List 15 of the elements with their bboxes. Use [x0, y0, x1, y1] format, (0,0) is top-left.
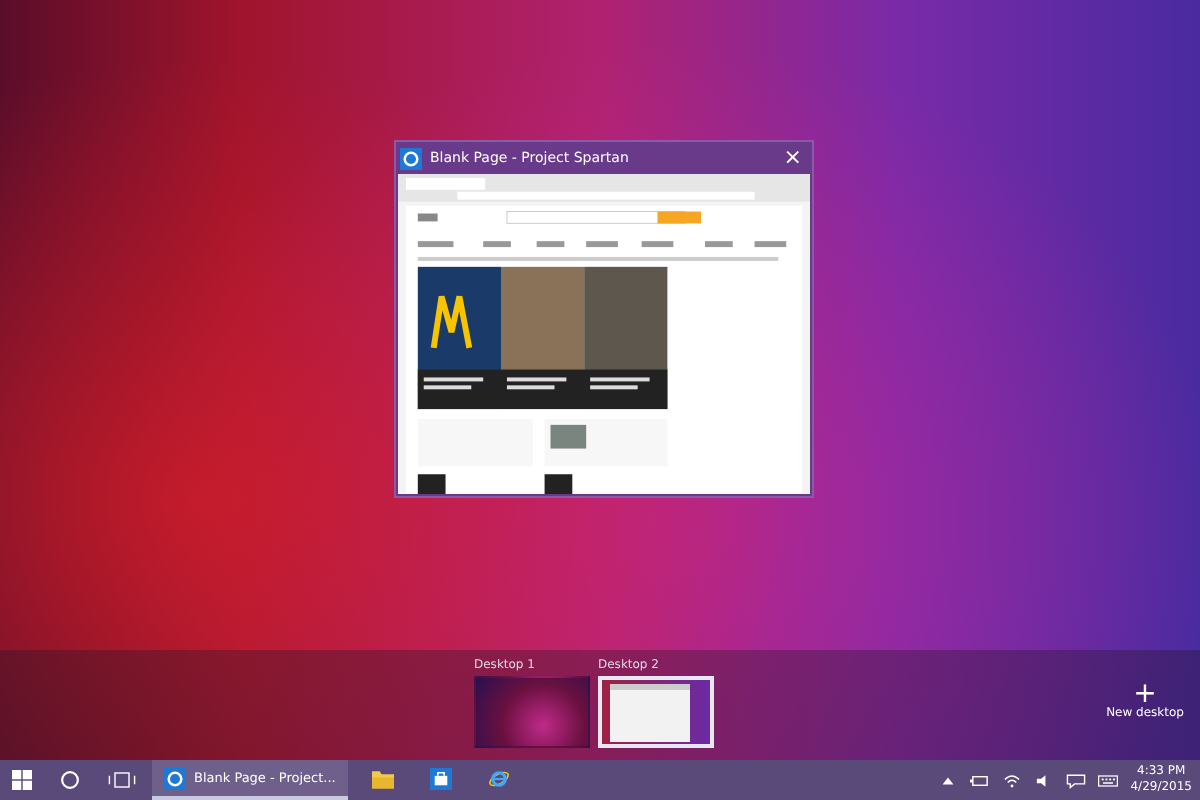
task-view-icon[interactable] [108, 770, 136, 790]
shopping-bag-icon [429, 767, 452, 789]
desktop-thumbnail[interactable] [598, 676, 714, 748]
keyboard-icon[interactable] [1098, 771, 1119, 789]
browser-icon [400, 147, 422, 169]
battery-icon[interactable] [970, 771, 991, 789]
desktop-thumbnail[interactable] [474, 676, 590, 748]
windows-logo-icon[interactable] [12, 770, 32, 790]
e-logo-icon [487, 767, 510, 789]
browser-icon [164, 767, 186, 789]
wifi-icon[interactable] [1002, 771, 1023, 789]
circle-icon[interactable] [60, 770, 80, 790]
close-button[interactable]: × [777, 146, 808, 170]
folder-icon [371, 767, 394, 789]
notification-icon[interactable] [1066, 771, 1087, 789]
